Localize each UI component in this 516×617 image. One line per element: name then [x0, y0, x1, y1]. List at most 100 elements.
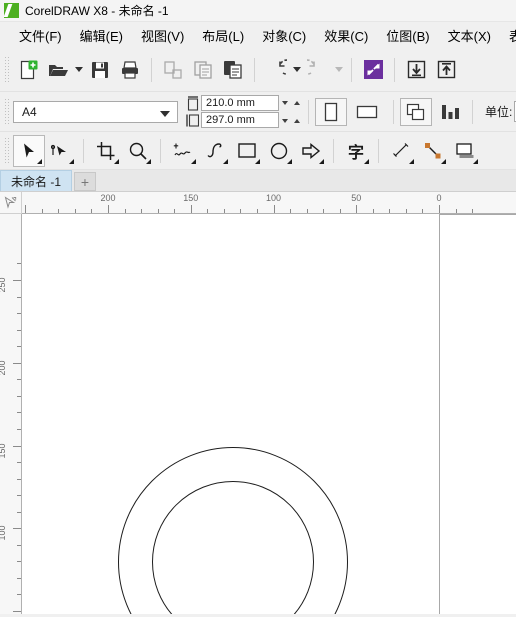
property-bar: A4 210.0 mm 297.0 mm 单位: — [0, 92, 516, 132]
page-height-icon — [186, 113, 199, 127]
tool-ellipse[interactable] — [263, 135, 295, 167]
add-document-tab-button[interactable]: + — [74, 172, 97, 191]
vertical-ruler[interactable]: 250 200 150 100 — [0, 214, 22, 614]
page-height-input[interactable]: 297.0 mm — [201, 112, 279, 128]
propertybar-separator-3 — [472, 99, 473, 124]
tool-zoom[interactable] — [122, 135, 154, 167]
text-tool-glyph: 字 — [347, 142, 364, 162]
page-size-select[interactable]: A4 — [13, 100, 178, 123]
menu-file[interactable]: 文件(F) — [10, 23, 71, 48]
flyout-arrow-icon — [191, 158, 196, 164]
ruler-h-label: 200 — [100, 193, 116, 203]
page-options-button[interactable] — [400, 97, 432, 126]
import-button[interactable] — [401, 55, 431, 85]
propertybar-separator-1 — [308, 99, 309, 124]
standard-toolbar — [0, 48, 516, 92]
new-document-button[interactable] — [13, 55, 43, 85]
tool-polygon[interactable] — [295, 135, 327, 167]
tool-artistic-media[interactable] — [199, 135, 231, 167]
export-button[interactable] — [431, 55, 461, 85]
redo-button[interactable] — [303, 55, 333, 85]
menu-table[interactable]: 表格 — [500, 23, 516, 48]
tool-crop[interactable] — [90, 135, 122, 167]
ruler-v-label: 250 — [0, 277, 7, 293]
open-document-button[interactable] — [43, 55, 73, 85]
toolbar-separator-2 — [254, 57, 255, 82]
ruler-h-label: 50 — [351, 193, 362, 203]
menu-bar: 文件(F) 编辑(E) 视图(V) 布局(L) 对象(C) 效果(C) 位图(B… — [0, 22, 516, 48]
landscape-button[interactable] — [351, 98, 383, 126]
bleed-button[interactable] — [436, 97, 466, 127]
page-sheet — [439, 214, 516, 614]
search-content-button[interactable] — [358, 55, 388, 85]
toolbox-grip[interactable] — [4, 136, 10, 165]
window-title: CorelDRAW X8 - 未命名 -1 — [25, 4, 169, 18]
menu-object[interactable]: 对象(C) — [253, 23, 315, 48]
tool-rectangle[interactable] — [231, 135, 263, 167]
drawing-canvas[interactable] — [22, 214, 516, 614]
toolbox-separator-1 — [83, 138, 84, 163]
tool-pick[interactable] — [13, 134, 45, 167]
width-spin-down[interactable] — [280, 98, 290, 108]
ruler-origin-button[interactable] — [0, 192, 22, 214]
flyout-arrow-icon — [319, 158, 324, 164]
page-width-input[interactable]: 210.0 mm — [201, 95, 279, 111]
copy-button[interactable] — [188, 55, 218, 85]
coreldraw-logo-icon — [4, 3, 19, 18]
title-bar: CorelDRAW X8 - 未命名 -1 — [0, 0, 516, 22]
print-button[interactable] — [115, 55, 145, 85]
page-size-value: A4 — [22, 104, 37, 119]
chevron-down-icon — [293, 67, 301, 72]
page-width-icon — [187, 95, 199, 111]
flyout-arrow-icon — [37, 158, 42, 164]
undo-dropdown-arrow[interactable] — [291, 56, 303, 84]
tool-freehand[interactable] — [167, 135, 199, 167]
flyout-arrow-icon — [287, 158, 292, 164]
tool-drop-shadow[interactable] — [449, 135, 481, 167]
menu-layout[interactable]: 布局(L) — [193, 23, 253, 48]
workspace: 200 150 100 50 0 250 200 150 100 — [0, 192, 516, 614]
ruler-h-label: 150 — [183, 193, 199, 203]
tool-text[interactable]: 字 — [340, 135, 372, 167]
document-tab[interactable]: 未命名 -1 — [0, 170, 73, 191]
menu-text[interactable]: 文本(X) — [439, 23, 500, 48]
flyout-arrow-icon — [473, 158, 478, 164]
toolbar-grip[interactable] — [4, 55, 10, 84]
ruler-v-label: 200 — [0, 360, 7, 376]
toolbox-separator-3 — [333, 138, 334, 163]
flyout-arrow-icon — [364, 158, 369, 164]
menu-view[interactable]: 视图(V) — [132, 23, 193, 48]
ruler-v-label: 150 — [0, 442, 7, 459]
height-spin-up[interactable] — [292, 116, 302, 126]
height-spin-down[interactable] — [280, 116, 290, 126]
dimension-fields: 210.0 mm 297.0 mm — [201, 95, 279, 128]
menu-effects[interactable]: 效果(C) — [315, 23, 377, 48]
page-dimensions-group: 210.0 mm 297.0 mm — [186, 95, 302, 129]
propertybar-grip[interactable] — [4, 97, 10, 126]
portrait-button[interactable] — [315, 97, 347, 126]
flyout-arrow-icon — [409, 158, 414, 164]
toolbar-separator-4 — [394, 57, 395, 82]
menu-edit[interactable]: 编辑(E) — [71, 23, 132, 48]
ruler-h-label: 0 — [436, 193, 442, 203]
chevron-down-icon — [75, 67, 83, 72]
width-spin-up[interactable] — [292, 98, 302, 108]
dimension-spinners — [280, 95, 302, 129]
toolbox: 字 — [0, 132, 516, 170]
menu-bitmap[interactable]: 位图(B) — [377, 23, 438, 48]
paste-button[interactable] — [218, 55, 248, 85]
toolbar-separator-3 — [351, 57, 352, 82]
open-dropdown-arrow[interactable] — [73, 56, 85, 84]
chevron-down-icon — [335, 67, 343, 72]
dimension-icons — [186, 95, 199, 128]
cut-button[interactable] — [158, 55, 188, 85]
tool-shape[interactable] — [45, 135, 77, 167]
horizontal-ruler[interactable]: 200 150 100 50 0 — [22, 192, 516, 214]
propertybar-separator-2 — [393, 99, 394, 124]
toolbox-separator-2 — [160, 138, 161, 163]
save-button[interactable] — [85, 55, 115, 85]
tool-connector[interactable] — [417, 135, 449, 167]
tool-dimension[interactable] — [385, 135, 417, 167]
redo-dropdown-arrow[interactable] — [333, 56, 345, 84]
undo-button[interactable] — [261, 55, 291, 85]
